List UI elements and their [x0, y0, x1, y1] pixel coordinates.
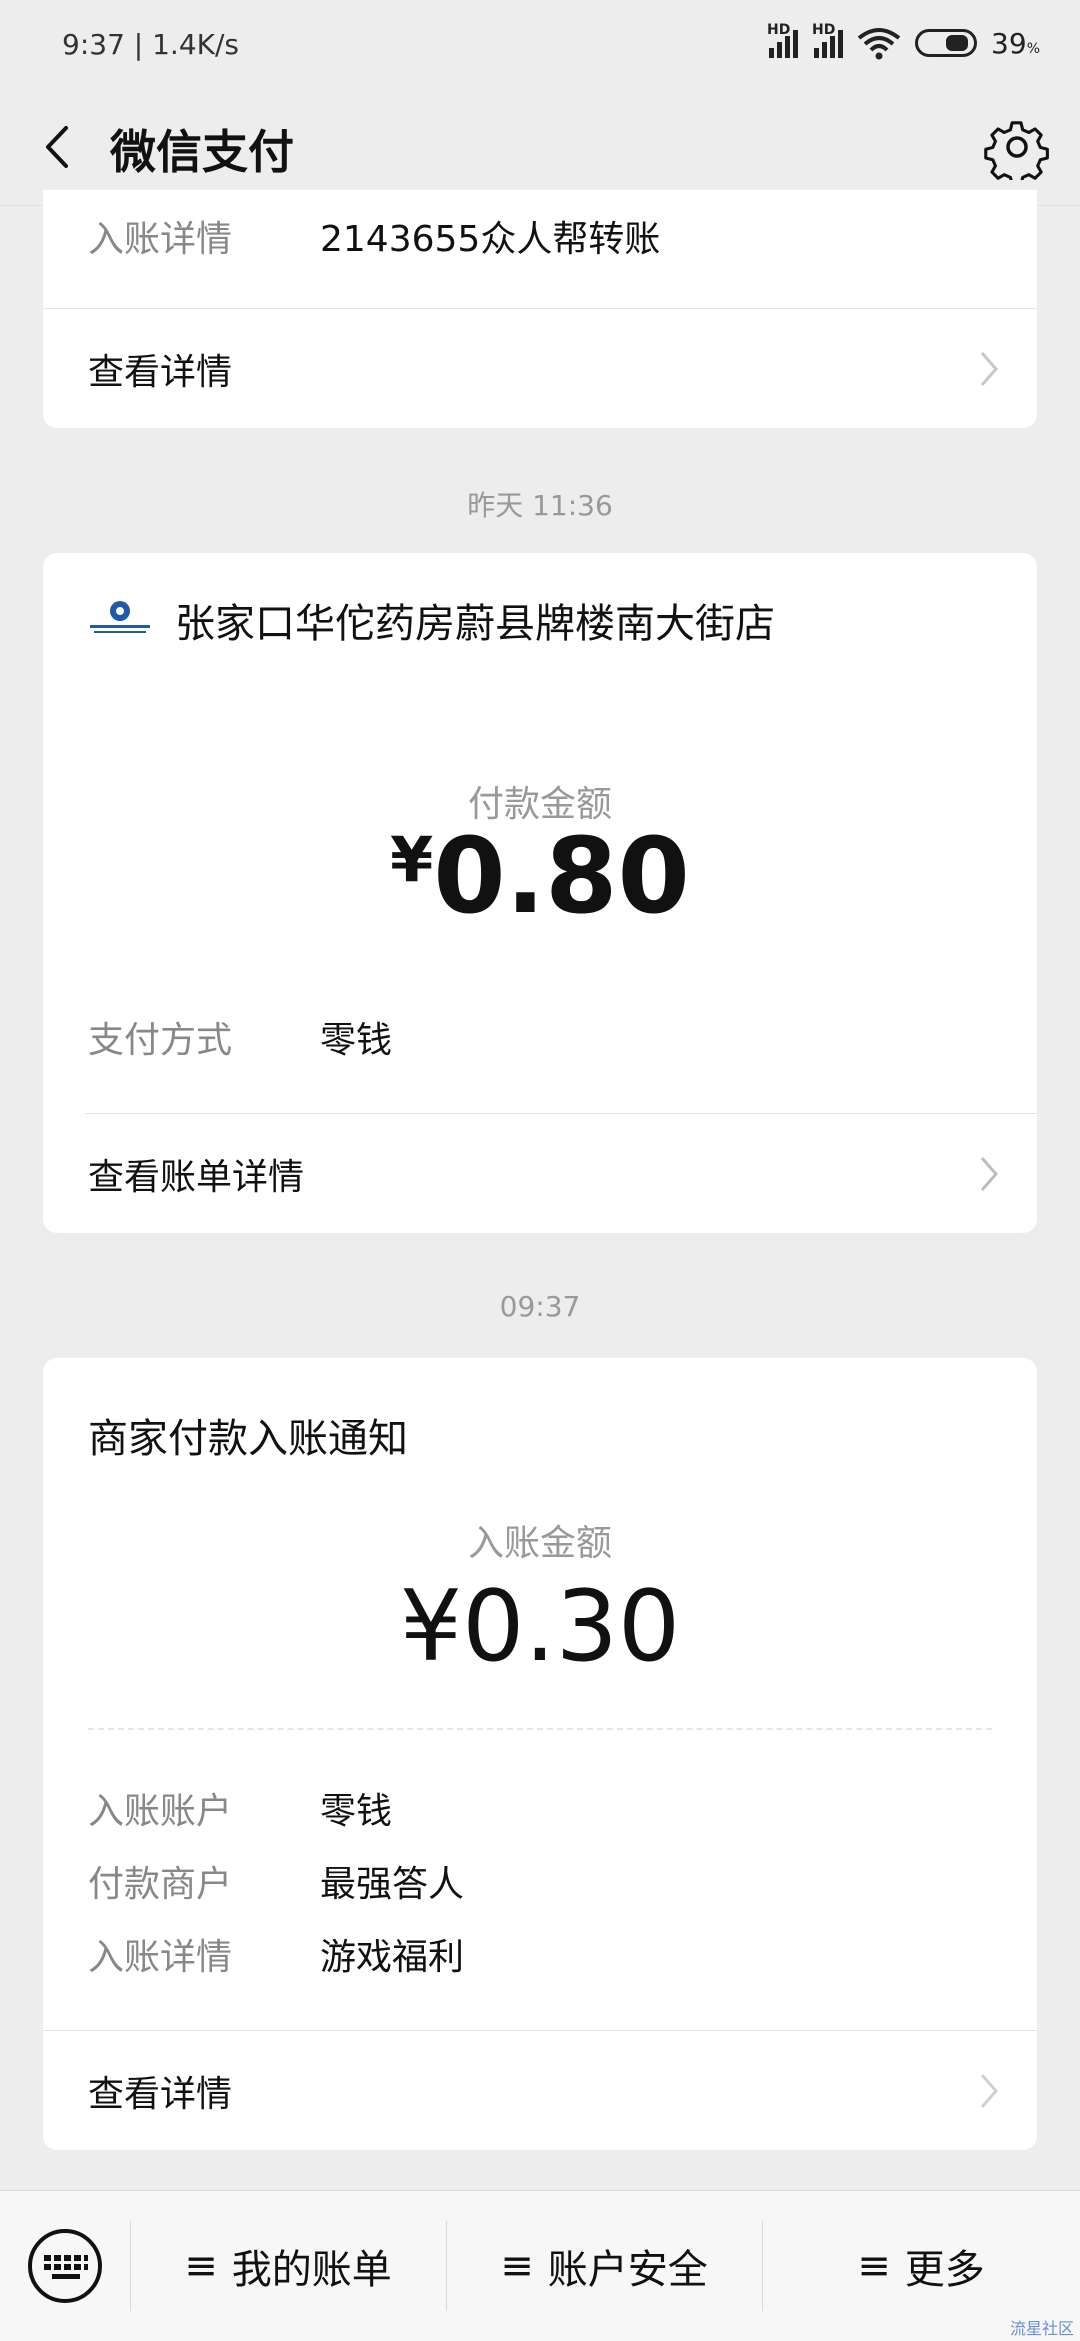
menu-account-security[interactable]: ≡ 账户安全 [446, 2191, 762, 2341]
nav-bar: 微信支付 [0, 90, 1080, 206]
income-row: 入账详情 游戏福利 [88, 1928, 464, 1980]
row-value: 最强答人 [320, 1864, 465, 1905]
page-title: 微信支付 [110, 125, 294, 179]
detail-row: 入账详情 2143655众人帮转账 [88, 210, 660, 262]
view-bill-details-label: 查看账单详情 [88, 1157, 305, 1198]
menu-my-bills[interactable]: ≡ 我的账单 [130, 2191, 446, 2341]
hd-label-2: HD [812, 22, 836, 38]
row-label: 入账账户 [88, 1791, 233, 1832]
status-time: 9:37 | 1.4K/s [62, 28, 240, 61]
back-arrow-icon[interactable] [34, 120, 88, 174]
row-label: 支付方式 [88, 1020, 233, 1061]
keyboard-icon[interactable] [26, 2227, 104, 2305]
hd-label: HD [767, 22, 791, 38]
menu-label: 账户安全 [547, 2247, 708, 2293]
chevron-right-icon [980, 1157, 998, 1191]
menu-label: 我的账单 [231, 2247, 392, 2293]
amount-value: 0.80 [433, 815, 690, 937]
menu-icon: ≡ [184, 2243, 218, 2289]
status-icons: HD HD 39% [767, 22, 1040, 60]
dashed-divider [88, 1728, 992, 1730]
row-label: 入账详情 [88, 1937, 233, 1978]
row-value: 零钱 [320, 1791, 393, 1832]
battery-level: 39% [991, 26, 1040, 60]
status-bar: 9:37 | 1.4K/s HD HD 39% [0, 0, 1080, 90]
row-value: 游戏福利 [320, 1937, 465, 1978]
timestamp: 09:37 [499, 1290, 581, 1323]
signal-icon: HD [767, 22, 799, 58]
row-value: 零钱 [320, 1020, 393, 1061]
wifi-icon [857, 28, 901, 60]
view-details-link[interactable]: 查看详情 [43, 2030, 1037, 2150]
notification-card-1: 入账详情 2143655众人帮转账 查看详情 [43, 190, 1037, 428]
currency-symbol: ¥ [390, 823, 434, 896]
menu-icon: ≡ [857, 2243, 891, 2289]
view-bill-details-link[interactable]: 查看账单详情 [85, 1113, 1037, 1233]
merchant-name: 张家口华佗药房蔚县牌楼南大街店 [175, 601, 775, 647]
bank-logo-icon [90, 601, 150, 633]
income-row: 入账账户 零钱 [88, 1782, 392, 1834]
row-label: 入账详情 [88, 219, 233, 260]
watermark: 流星社区 [1009, 2319, 1074, 2338]
row-value: 2143655众人帮转账 [320, 219, 661, 260]
pay-method-row: 支付方式 零钱 [88, 1011, 392, 1063]
payment-card: 张家口华佗药房蔚县牌楼南大街店 付款金额 ¥0.80 支付方式 零钱 查看账单详… [43, 553, 1037, 1233]
chevron-right-icon [980, 2074, 998, 2108]
signal-icon-2: HD [812, 22, 844, 58]
card-title: 商家付款入账通知 [88, 1416, 408, 1462]
menu-label: 更多 [904, 2247, 985, 2293]
income-row: 付款商户 最强答人 [88, 1855, 464, 1907]
bottom-menu-bar: ≡ 我的账单 ≡ 账户安全 ≡ 更多 流星社区 [0, 2190, 1080, 2341]
timestamp: 昨天 11:36 [467, 489, 613, 522]
payment-amount: ¥0.80 [43, 815, 1037, 937]
battery-icon [915, 29, 978, 57]
income-amount: ¥0.30 [399, 1570, 681, 1684]
menu-icon: ≡ [500, 2243, 534, 2289]
amount-label: 入账金额 [467, 1523, 612, 1564]
view-details-label: 查看详情 [88, 2074, 233, 2115]
view-details-label: 查看详情 [88, 352, 233, 393]
gear-icon[interactable] [984, 114, 1050, 180]
chevron-right-icon [980, 352, 998, 386]
view-details-link[interactable]: 查看详情 [43, 308, 1037, 428]
income-card: 商家付款入账通知 入账金额 ¥0.30 入账账户 零钱 付款商户 最强答人 入账… [43, 1358, 1037, 2150]
row-label: 付款商户 [88, 1864, 233, 1905]
